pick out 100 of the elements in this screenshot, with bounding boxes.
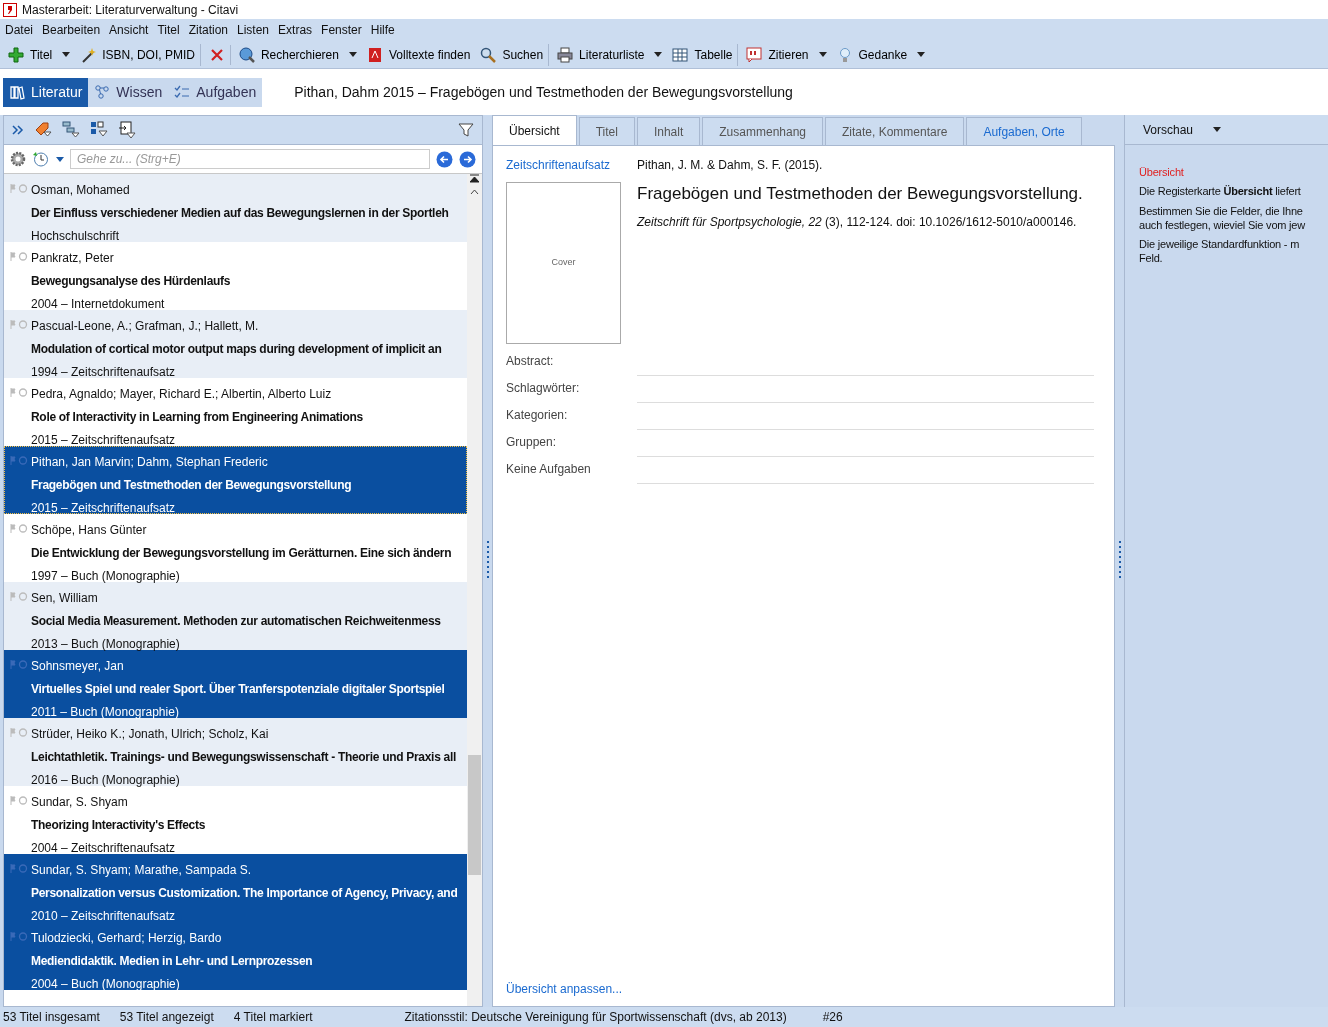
import-filter-icon[interactable] <box>118 121 136 139</box>
caret-icon <box>348 52 357 57</box>
field-label: Schlagwörter: <box>506 380 581 397</box>
status-text: 53 Titel angezeigt <box>119 1009 214 1026</box>
scrollbar-thumb[interactable] <box>468 755 481 875</box>
current-title: Pithan, Dahm 2015 – Fragebögen und Testmethoden der Bewegungsvorstellung <box>294 82 793 102</box>
field-label: Abstract: <box>506 353 555 370</box>
menu-item[interactable]: Extras <box>278 21 313 39</box>
reference-authors: Tulodziecki, Gerhard; Herzig, Bardo <box>31 930 223 947</box>
toolbar-button[interactable]: Literaturliste <box>552 43 668 66</box>
tab[interactable]: Titel <box>578 117 635 145</box>
grid-filter-icon[interactable] <box>90 121 108 139</box>
tree-filter-icon[interactable] <box>62 121 80 139</box>
tab[interactable]: Zitate, Kommentare <box>825 117 965 145</box>
goto-field[interactable]: Gehe zu... (Strg+E) <box>70 149 430 169</box>
menu-item[interactable]: Titel <box>157 21 180 39</box>
reference-meta: Hochschulschrift <box>31 228 121 245</box>
reference-item[interactable]: Sundar, S. Shyam; Marathe, Sampada S. Personalization versus Customization. The Importance of Agency, Privacy, and 2010 – Zeitschriftenaufsatz <box>4 854 467 922</box>
menu-item[interactable]: Ansicht <box>109 21 149 39</box>
preview-label[interactable]: Vorschau <box>1143 120 1194 139</box>
books-icon <box>9 84 25 100</box>
menu-item[interactable]: Bearbeiten <box>42 21 101 39</box>
toolbar-button[interactable]: Suchen <box>475 43 550 66</box>
toolbar-button[interactable]: Gedanke <box>831 43 931 66</box>
tag-filter-icon[interactable] <box>34 121 52 139</box>
reference-authors: Osman, Mohamed <box>31 182 131 199</box>
reference-title: Social Media Measurement. Methoden zur automatischen Reichweitenmess <box>31 613 441 630</box>
field-label: Kategorien: <box>506 407 569 424</box>
reference-item[interactable]: Strüder, Heiko K.; Jonath, Ulrich; Scholz, Kai Leichtathletik. Trainings- und Bewegungswissenschaft - Theorie und Praxis all 2016 – Buch (Monographie) <box>4 718 467 786</box>
menu-item[interactable]: Fenster <box>321 21 362 39</box>
delete-icon <box>208 46 225 63</box>
toolbar-button[interactable]: Titel <box>3 43 76 66</box>
type-link[interactable]: Zeitschriftenaufsatz <box>506 158 611 172</box>
reference-item[interactable]: Osman, Mohamed Der Einfluss verschiedener Medien auf das Bewegungslernen in der Sportleh Hochschulschrift <box>4 174 467 242</box>
history-icon[interactable] <box>32 151 50 167</box>
toolbar-button[interactable]: Tabelle <box>667 43 739 66</box>
globe-search-icon <box>238 46 255 63</box>
reference-item[interactable]: Sundar, S. Shyam Theorizing Interactivity's Effects 2004 – Zeitschriftenaufsatz <box>4 786 467 854</box>
reference-title: Theorizing Interactivity's Effects <box>31 817 206 834</box>
reference-item[interactable]: Pithan, Jan Marvin; Dahm, Stephan Frederic Fragebögen und Testmethoden der Bewegungsvorstellung 2015 – Zeitschriftenaufsatz <box>4 446 467 514</box>
reference-meta: 2015 – Zeitschriftenaufsatz <box>31 500 177 517</box>
reference-authors: Pedra, Agnaldo; Mayer, Richard E.; Albertin, Alberto Luiz <box>31 386 333 403</box>
reference-meta: 2015 – Zeitschriftenaufsatz <box>31 432 177 449</box>
caret-icon[interactable] <box>1213 127 1222 132</box>
reference-title: Die Entwicklung der Bewegungsvorstellung im Gerätturnen. Eine sich ändern <box>31 545 452 562</box>
scroll-top-icon[interactable] <box>470 174 479 183</box>
splitter-grip-icon[interactable] <box>1117 541 1122 581</box>
caret-icon <box>654 52 663 57</box>
forward-icon[interactable] <box>459 150 476 168</box>
preview-paragraph: Die Registerkarte Übersicht liefert <box>1139 184 1302 199</box>
tab[interactable]: Übersicht <box>492 115 577 145</box>
caret-icon[interactable] <box>56 156 64 162</box>
mode-tab[interactable]: Aufgaben <box>168 77 263 107</box>
mode-tab[interactable]: Wissen <box>88 77 169 107</box>
menu-item[interactable]: Hilfe <box>370 21 395 39</box>
cover-label: Cover <box>551 256 576 270</box>
menu-item[interactable]: Datei <box>5 21 33 39</box>
status-text: Zitationsstil: Deutsche Vereinigung für Sportwissenschaft (dvs, ab 2013) <box>404 1009 787 1026</box>
status-text: 4 Titel markiert <box>233 1009 313 1026</box>
reference-item[interactable]: Pascual-Leone, A.; Grafman, J.; Hallett, M. Modulation of cortical motor output maps during development of implicit an 1994 – Zeitschriftenaufsatz <box>4 310 467 378</box>
reference-item[interactable]: Schöpe, Hans Günter Die Entwicklung der Bewegungsvorstellung im Gerätturnen. Eine sich ändern 1997 – Buch (Monographie) <box>4 514 467 582</box>
field-label: Keine Aufgaben <box>506 461 592 478</box>
checklist-icon <box>174 84 191 100</box>
reference-title: Leichtathletik. Trainings- und Bewegungswissenschaft - Theorie und Praxis all <box>31 749 456 766</box>
citation-authors: Pithan, J. M. & Dahm, S. F. (2015). <box>637 157 824 174</box>
citation-title: Fragebögen und Testmethoden der Bewegungsvorstellung. <box>637 183 1084 205</box>
reference-item[interactable]: Pedra, Agnaldo; Mayer, Richard E.; Albertin, Alberto Luiz Role of Interactivity in Learning from Engineering Animations 2015 – Zeitschriftenaufsatz <box>4 378 467 446</box>
toolbar-button[interactable]: Zitieren <box>741 43 832 66</box>
reference-item[interactable]: Pankratz, Peter Bewegungsanalyse des Hürdenlaufs 2004 – Internetdokument <box>4 242 467 310</box>
menu-item[interactable]: Zitation <box>188 21 228 39</box>
filter-icon[interactable] <box>458 122 474 138</box>
toolbar-button[interactable]: Volltexte finden <box>361 43 476 66</box>
settings-icon[interactable] <box>10 151 26 167</box>
reference-item[interactable]: Sen, William Social Media Measurement. Methoden zur automatischen Reichweitenmess 2013 – Buch (Monographie) <box>4 582 467 650</box>
reference-title: Role of Interactivity in Learning from Engineering Animations <box>31 409 363 426</box>
menu-item[interactable]: Listen <box>237 21 270 39</box>
reference-meta: 1994 – Zeitschriftenaufsatz <box>31 364 177 381</box>
customize-link[interactable]: Übersicht anpassen... <box>506 980 623 998</box>
scrollbar[interactable] <box>467 174 482 1006</box>
reference-title: Virtuelles Spiel und realer Sport. Über Tranferspotenziale digitaler Sportspiel <box>31 681 445 698</box>
tab[interactable]: Aufgaben, Orte <box>966 117 1082 145</box>
reference-authors: Pithan, Jan Marvin; Dahm, Stephan Frederic <box>31 454 269 471</box>
mode-tab[interactable]: Literatur <box>3 77 89 107</box>
splitter-grip-icon[interactable] <box>485 541 490 581</box>
reference-meta: 2010 – Zeitschriftenaufsatz <box>31 908 177 925</box>
tab[interactable]: Inhalt <box>636 117 701 145</box>
toolbar-button[interactable]: Recherchieren <box>233 43 362 66</box>
reference-meta: 2004 – Buch (Monographie) <box>31 976 181 993</box>
reference-authors: Schöpe, Hans Günter <box>31 522 148 539</box>
back-icon[interactable] <box>436 150 453 168</box>
printer-icon <box>557 46 574 63</box>
reference-authors: Sohnsmeyer, Jan <box>31 658 125 675</box>
reference-item[interactable]: Tulodziecki, Gerhard; Herzig, Bardo Mediendidaktik. Medien in Lehr- und Lernprozessen 2004 – Buch (Monographie) <box>4 922 467 990</box>
reference-authors: Sundar, S. Shyam <box>31 794 129 811</box>
reference-meta: 2013 – Buch (Monographie) <box>31 636 181 653</box>
reference-item[interactable]: Sohnsmeyer, Jan Virtuelles Spiel und realer Sport. Über Tranferspotenziale digitaler Sportspiel 2011 – Buch (Monographie) <box>4 650 467 718</box>
expand-icon[interactable] <box>12 125 24 135</box>
scroll-up-icon[interactable] <box>470 189 479 195</box>
tab[interactable]: Zusammenhang <box>702 117 823 145</box>
toolbar-button[interactable]: ISBN, DOI, PMID <box>75 43 201 66</box>
